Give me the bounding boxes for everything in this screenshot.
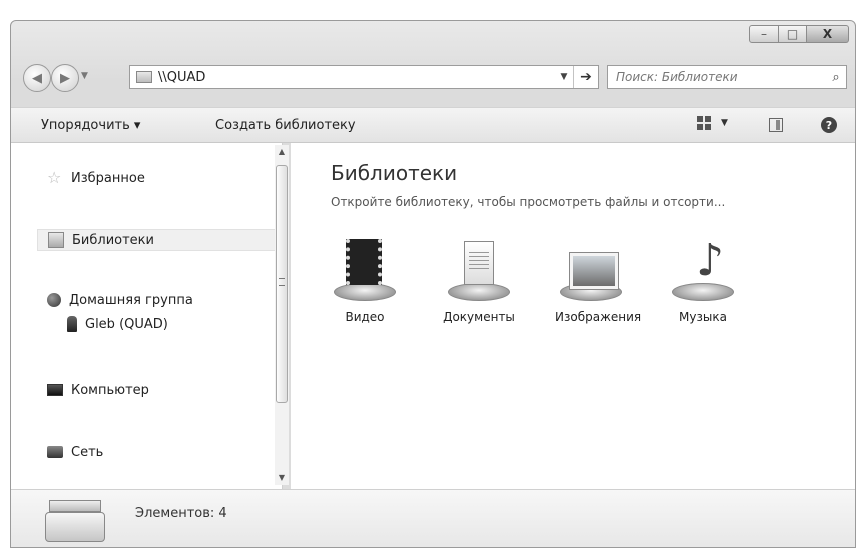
forward-button[interactable]: ▶	[51, 64, 79, 92]
scroll-up-icon[interactable]: ▲	[275, 145, 289, 159]
search-box[interactable]: ⌕	[607, 65, 847, 89]
library-item-documents[interactable]: Документы	[443, 239, 515, 325]
status-bar: Элементов: 4	[11, 489, 855, 547]
preview-pane-icon[interactable]	[769, 118, 783, 132]
star-icon: ☆	[47, 168, 62, 187]
nav-item-label: Gleb (QUAD)	[85, 316, 168, 332]
help-icon[interactable]: ?	[821, 117, 837, 133]
nav-item-homegroup-user[interactable]: Gleb (QUAD)	[67, 313, 168, 335]
grip-icon	[279, 278, 285, 286]
nav-item-network[interactable]: Сеть	[47, 441, 103, 463]
library-label: Музыка	[679, 310, 727, 324]
music-library-icon: ♪	[670, 239, 736, 301]
library-item-video[interactable]: Видео	[329, 239, 401, 325]
explorer-window: – □ X ◀ ▶ ▼ \\QUAD ▼ ➔ ⌕ Упорядочить ▾ С…	[10, 20, 856, 548]
search-input[interactable]	[608, 69, 826, 85]
nav-item-label: Сеть	[71, 444, 104, 460]
nav-item-label: Домашняя группа	[69, 292, 193, 308]
command-bar: Упорядочить ▾ Создать библиотеку ▼ ?	[11, 107, 855, 143]
library-item-music[interactable]: ♪ Музыка	[667, 239, 739, 325]
address-bar[interactable]: \\QUAD ▼ ➔	[129, 65, 599, 89]
library-label: Изображения	[555, 310, 642, 324]
libraries-large-icon	[45, 500, 105, 542]
nav-item-computer[interactable]: Компьютер	[47, 379, 149, 401]
nav-item-label: Компьютер	[71, 382, 149, 398]
page-title: Библиотеки	[331, 161, 458, 185]
nav-item-label: Избранное	[71, 170, 145, 186]
item-count: Элементов: 4	[135, 506, 227, 521]
caption-buttons: – □ X	[749, 25, 849, 43]
documents-library-icon	[446, 239, 512, 301]
chevron-down-icon: ▼	[721, 118, 728, 128]
address-path[interactable]: \\QUAD	[158, 70, 555, 85]
user-icon	[67, 316, 77, 332]
nav-item-label: Библиотеки	[72, 232, 154, 248]
scroll-thumb[interactable]	[276, 165, 288, 403]
library-label: Документы	[443, 310, 515, 324]
homegroup-icon	[47, 293, 61, 307]
recent-pages-dropdown[interactable]: ▼	[81, 71, 88, 81]
address-row: ◀ ▶ ▼ \\QUAD ▼ ➔ ⌕	[11, 61, 855, 95]
nav-item-favorites[interactable]: ☆ Избранное	[47, 167, 145, 189]
libraries-icon	[48, 232, 64, 248]
views-icon	[697, 116, 711, 130]
video-library-icon	[332, 239, 398, 301]
maximize-button[interactable]: □	[779, 25, 807, 43]
scroll-down-icon[interactable]: ▼	[275, 471, 289, 485]
pictures-library-icon	[558, 239, 624, 301]
navigation-pane: ☆ Избранное Библиотеки Домашняя группа G…	[11, 143, 289, 489]
create-library-button[interactable]: Создать библиотеку	[215, 118, 356, 133]
page-subtitle: Откройте библиотеку, чтобы просмотреть ф…	[331, 195, 726, 209]
library-item-pictures[interactable]: Изображения	[555, 239, 642, 325]
nav-scrollbar[interactable]: ▲ ▼	[275, 145, 289, 485]
nav-item-libraries[interactable]: Библиотеки	[37, 229, 277, 251]
search-icon[interactable]: ⌕	[826, 70, 846, 85]
library-label: Видео	[345, 310, 385, 324]
back-button[interactable]: ◀	[23, 64, 51, 92]
network-icon	[47, 446, 63, 458]
minimize-button[interactable]: –	[749, 25, 779, 43]
go-button[interactable]: ➔	[573, 66, 598, 88]
network-folder-icon	[136, 71, 152, 83]
content-pane: Библиотеки Откройте библиотеку, чтобы пр…	[291, 143, 855, 489]
address-history-dropdown[interactable]: ▼	[555, 72, 573, 82]
change-view-button[interactable]: ▼	[697, 116, 728, 130]
organize-button[interactable]: Упорядочить ▾	[41, 118, 140, 133]
nav-item-homegroup[interactable]: Домашняя группа	[47, 289, 193, 311]
computer-icon	[47, 384, 63, 396]
close-button[interactable]: X	[807, 25, 849, 43]
